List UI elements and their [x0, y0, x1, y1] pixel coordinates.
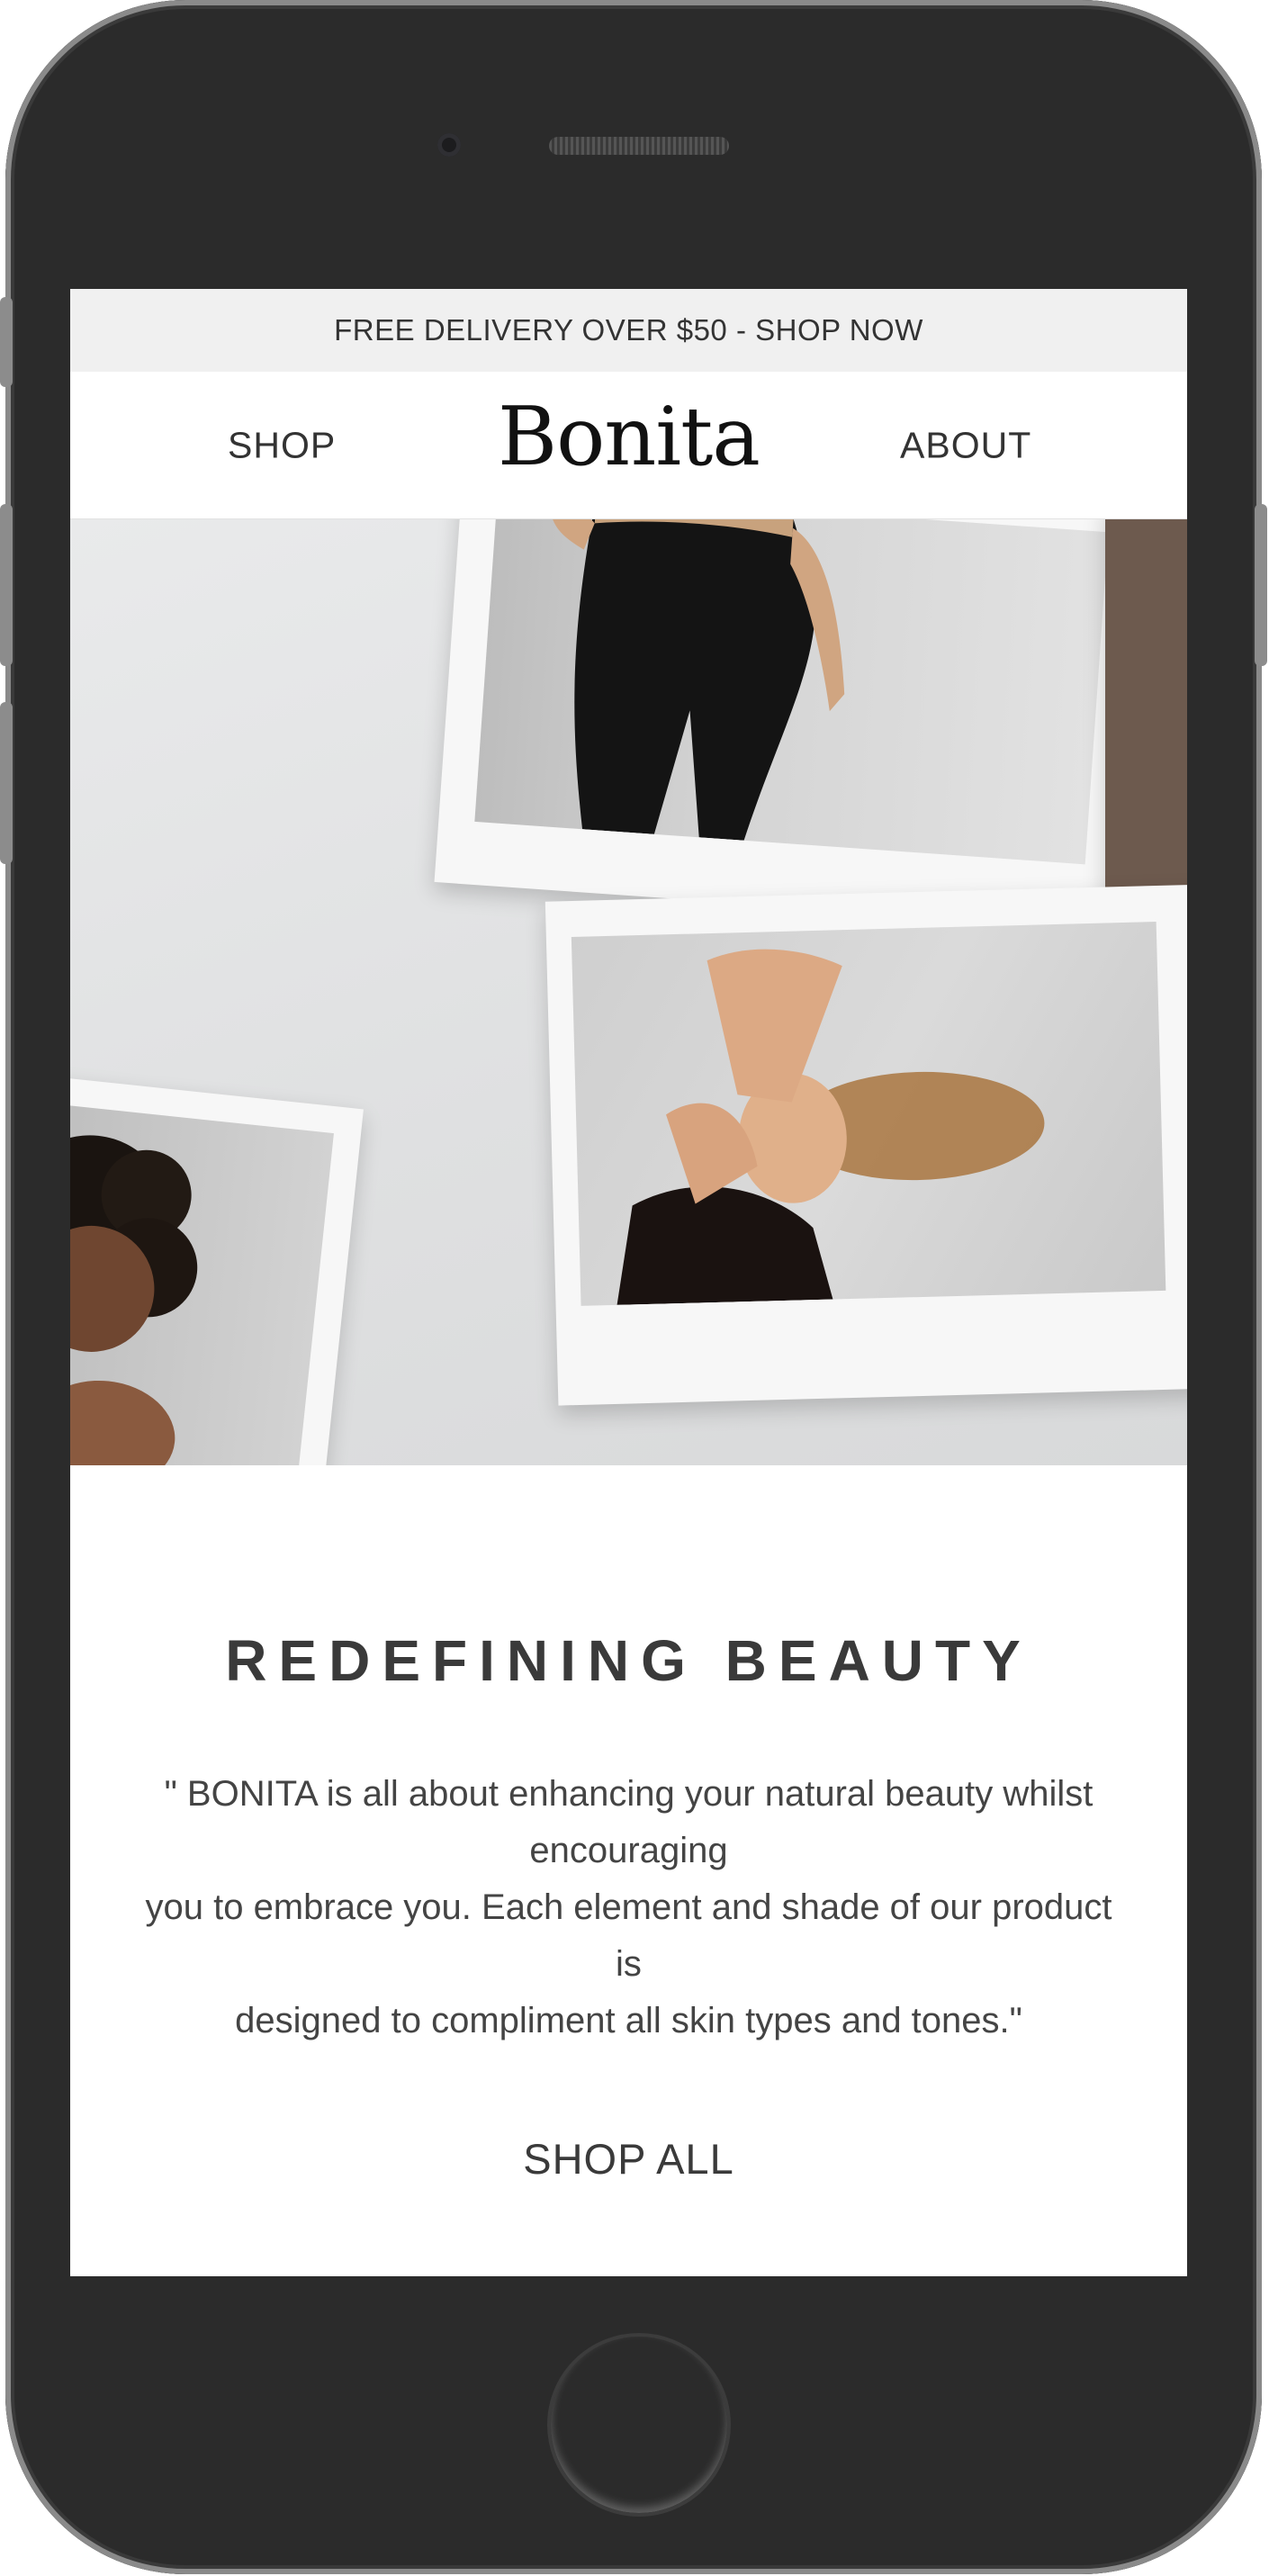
polaroid-photo-middle — [544, 884, 1187, 1406]
woman-figure-icon — [616, 949, 1045, 1305]
quote-line-1: " BONITA is all about enhancing your nat… — [164, 1774, 1094, 1870]
polaroid-photo-left — [70, 1066, 364, 1465]
volume-up-button — [0, 504, 13, 666]
quote-line-2: you to embrace you. Each element and sha… — [145, 1887, 1112, 1984]
hero-banner — [70, 519, 1187, 1465]
nav-about-link[interactable]: ABOUT — [900, 424, 1031, 466]
section-headline: REDEFINING BEAUTY — [225, 1628, 1032, 1693]
polaroid-photo-top — [434, 519, 1147, 930]
earpiece-speaker — [549, 137, 729, 155]
shop-all-link[interactable]: SHOP ALL — [523, 2134, 734, 2184]
site-header: SHOP Bonita ABOUT — [70, 372, 1187, 519]
photo-tights-back — [474, 519, 1109, 865]
brand-quote: " BONITA is all about enhancing your nat… — [143, 1766, 1115, 2049]
promo-text[interactable]: FREE DELIVERY OVER $50 - SHOP NOW — [334, 313, 923, 347]
curly-hair-figure-icon — [70, 1135, 198, 1465]
volume-down-button — [0, 702, 13, 864]
photo-woman-lying — [571, 922, 1166, 1306]
quote-line-3: designed to compliment all skin types an… — [235, 2001, 1022, 2040]
screen: FREE DELIVERY OVER $50 - SHOP NOW SHOP B… — [70, 289, 1187, 2276]
front-camera — [437, 133, 461, 157]
brand-statement-section: REDEFINING BEAUTY " BONITA is all about … — [70, 1465, 1187, 2184]
power-button — [1255, 504, 1267, 666]
tights-figure-icon — [550, 519, 845, 841]
photo-curly-hair — [70, 1095, 334, 1465]
promo-banner[interactable]: FREE DELIVERY OVER $50 - SHOP NOW — [70, 289, 1187, 372]
home-button[interactable] — [547, 2333, 731, 2517]
mute-switch — [0, 297, 13, 387]
